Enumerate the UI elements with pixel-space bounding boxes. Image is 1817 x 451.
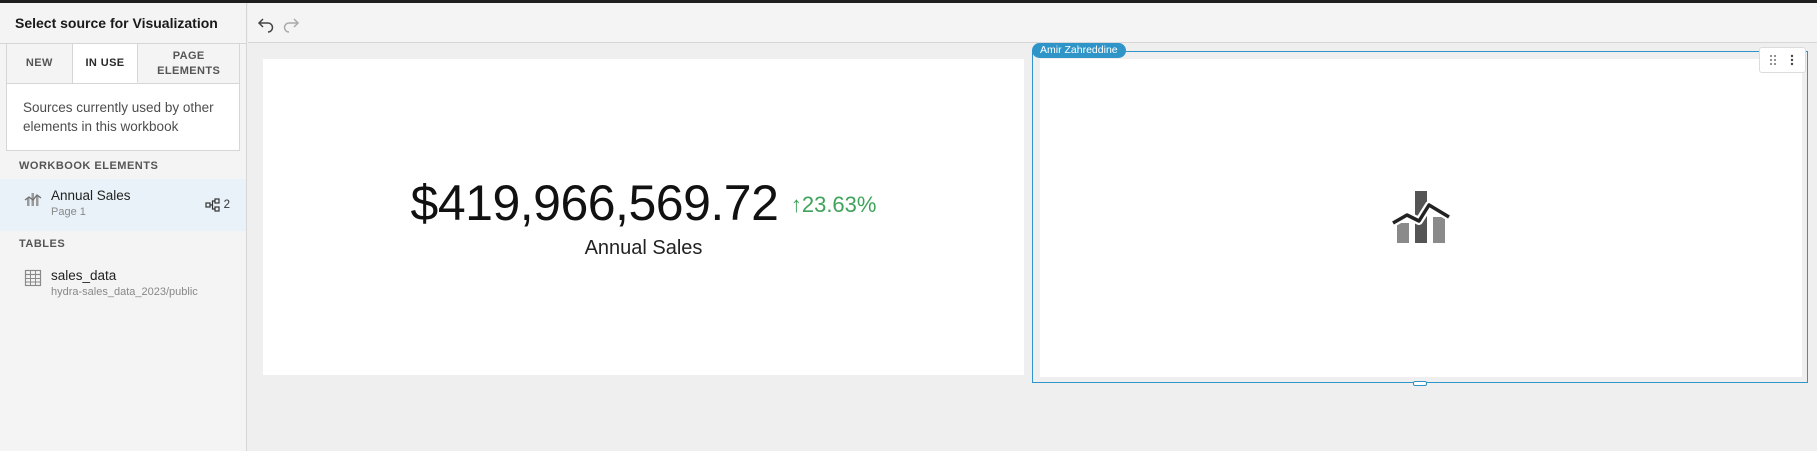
source-item-name: Annual Sales [51,188,131,203]
kpi-value: $419,966,569.72 [410,175,779,231]
source-tabs: NEW IN USE PAGE ELEMENTS [6,44,240,84]
source-item-location: hydra-sales_data_2023/public [51,286,198,298]
kpi-card-annual-sales[interactable]: $419,966,569.72 ↑23.63% Annual Sales [263,59,1024,375]
usage-badge: 2 [204,198,230,212]
source-item-sales-data[interactable]: sales_data hydra-sales_data_2023/public [0,259,246,311]
bar-line-chart-icon [1391,191,1451,243]
drag-handle-icon[interactable] [1766,52,1780,68]
tab-in-use[interactable]: IN USE [72,44,139,83]
source-item-location: Page 1 [51,206,86,218]
collaborator-tag: Amir Zahreddine [1032,43,1126,58]
usage-count: 2 [223,199,230,211]
workbook-toolbar [248,3,1817,43]
lineage-icon [204,198,220,212]
section-heading-tables: TABLES [19,238,66,250]
kpi-title: Annual Sales [584,237,703,259]
sidebar-description: Sources currently used by other elements… [6,84,240,151]
more-options-icon[interactable] [1785,52,1799,68]
table-icon [24,269,42,287]
tab-page-elements[interactable]: PAGE ELEMENTS [138,44,239,83]
sidebar-title: Select source for Visualization [0,3,246,44]
kpi-delta: ↑23.63% [791,192,877,217]
undo-icon[interactable] [257,15,275,33]
tab-new[interactable]: NEW [7,44,73,83]
section-heading-workbook-elements: WORKBOOK ELEMENTS [19,160,159,172]
resize-handle[interactable] [1413,381,1427,386]
source-item-name: sales_data [51,268,117,283]
source-sidebar: Select source for Visualization NEW IN U… [0,3,247,451]
arrow-up-icon: ↑ [790,192,802,217]
source-item-annual-sales[interactable]: Annual Sales Page 1 2 [0,179,246,231]
chart-icon [24,193,42,206]
element-toolbar [1759,47,1806,73]
kpi-delta-value: 23.63% [801,192,877,217]
redo-icon[interactable] [282,15,300,33]
